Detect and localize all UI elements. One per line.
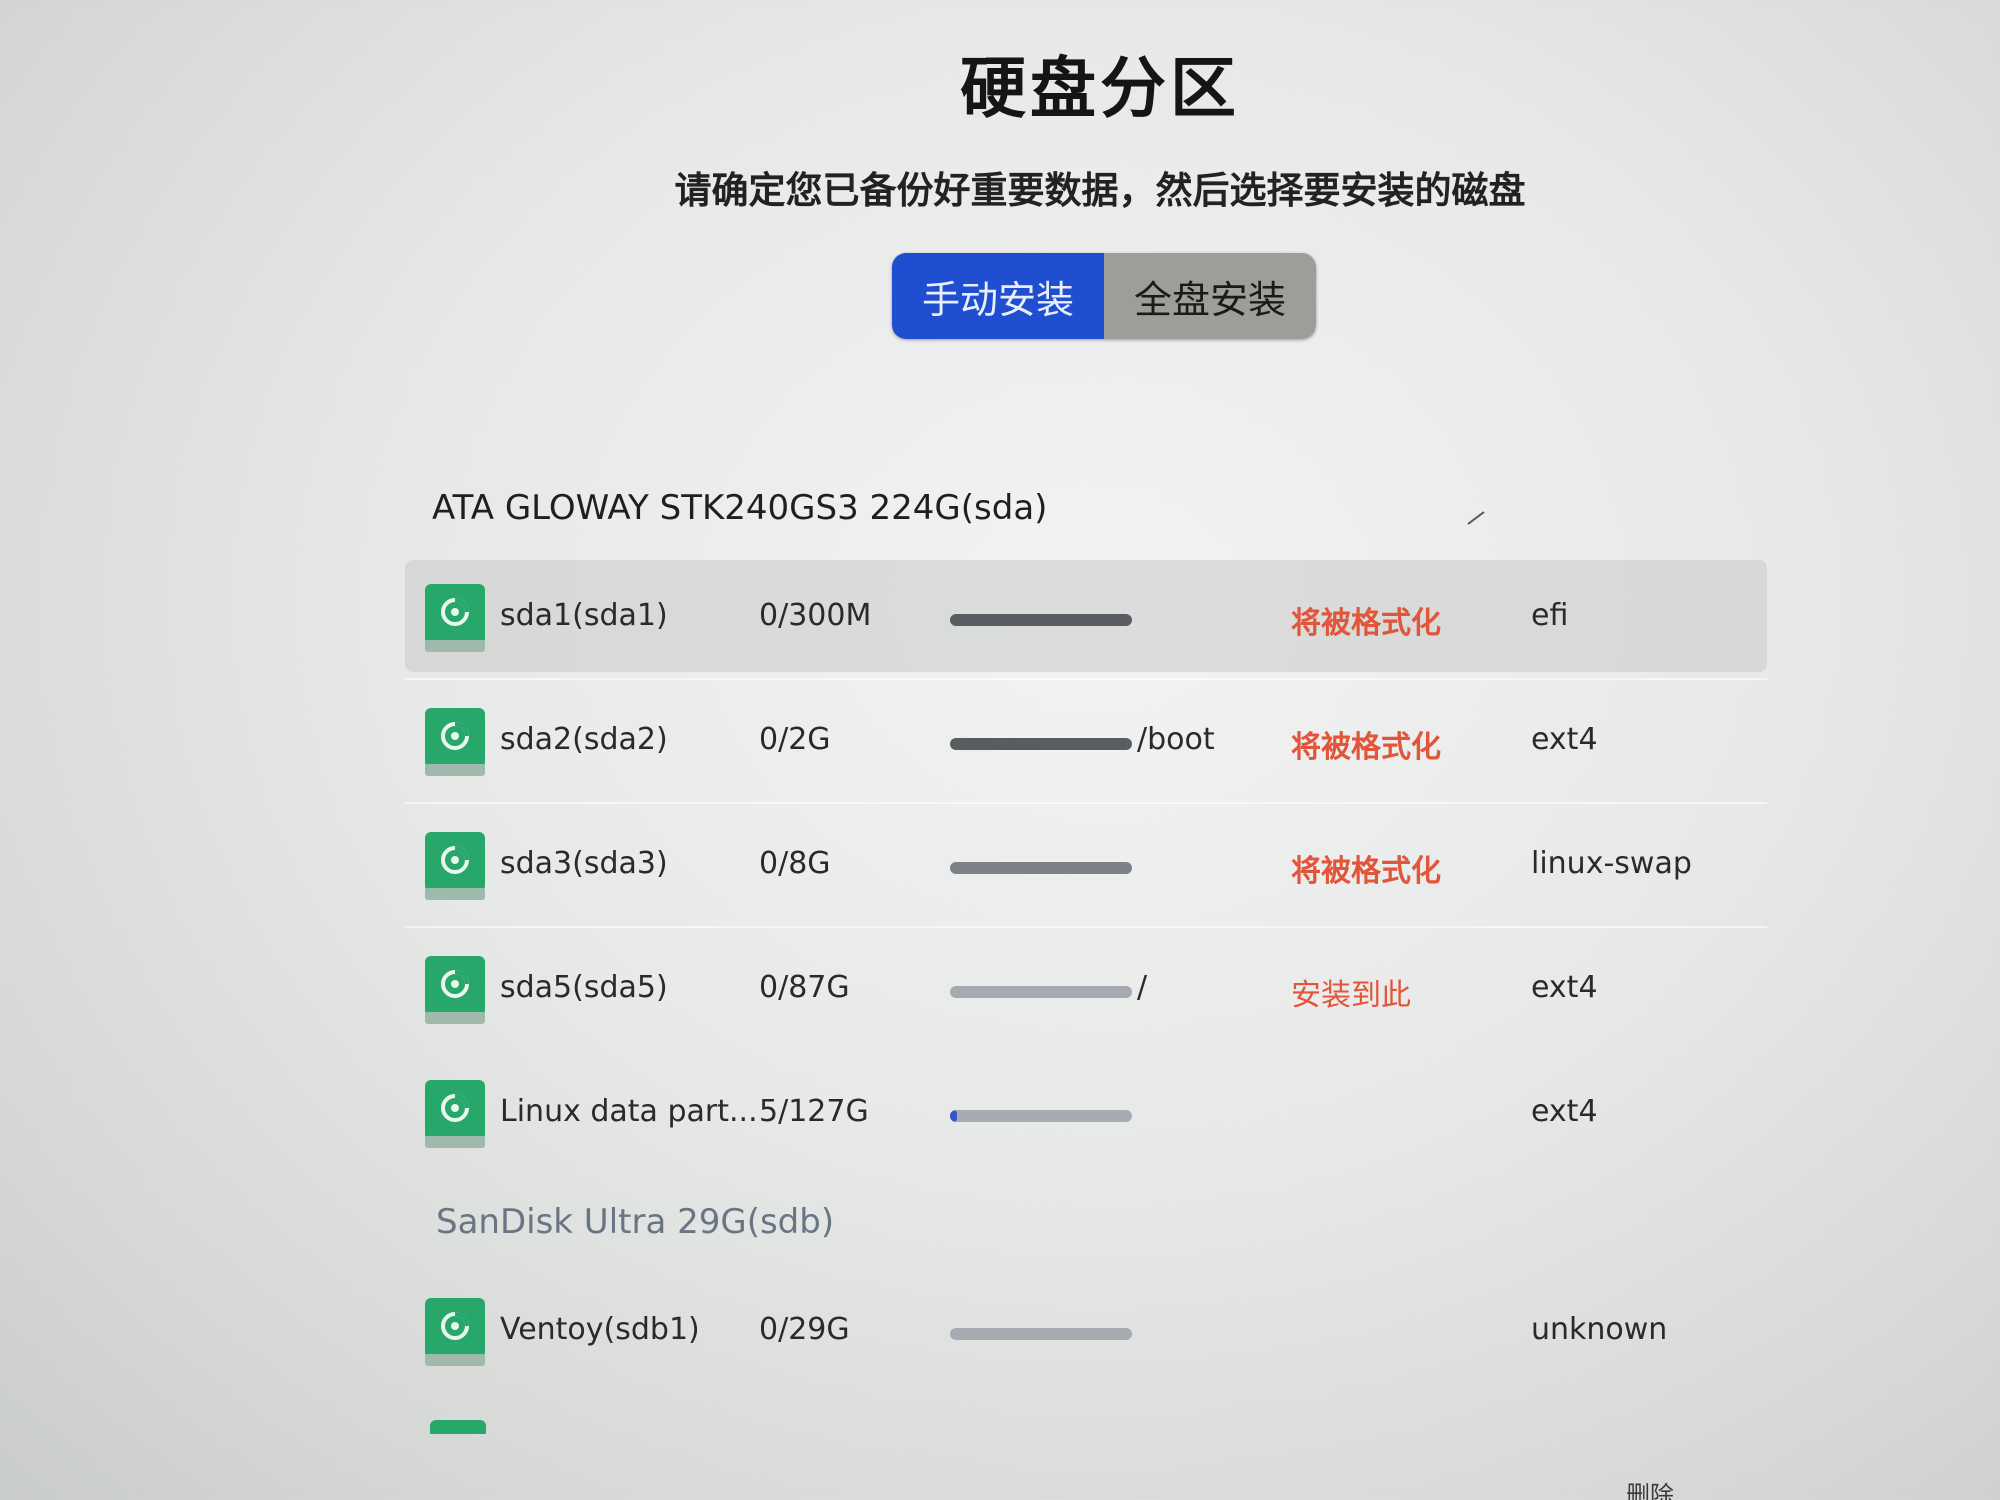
partition-icon [430,1420,486,1434]
partition-usage-bar [950,862,1132,874]
partition-icon [425,584,485,652]
partition-action: 将被格式化 [1291,730,1441,765]
full-disk-install-button[interactable]: 全盘安装 [1104,253,1316,339]
partition-row-sda2[interactable]: sda2(sda2) 0/2G /boot 将被格式化 ext4 [405,684,1767,796]
partition-mount-point: /boot [1137,722,1215,757]
partition-usage: 0/2G [759,722,831,757]
partition-mount-point: / [1137,970,1148,1005]
partition-name: Ventoy(sdb1) [500,1312,700,1347]
row-divider [405,802,1767,804]
partition-action: 将被格式化 [1291,854,1441,889]
partition-usage-bar [950,614,1132,626]
partition-action: 安装到此 [1291,978,1411,1013]
row-divider [405,678,1767,680]
partition-row-linux-data[interactable]: Linux data part... 5/127G ext4 [405,1056,1767,1168]
partition-icon [425,1298,485,1366]
partition-usage: 5/127G [759,1094,869,1129]
partition-row-sda1[interactable]: sda1(sda1) 0/300M 将被格式化 efi [405,560,1767,672]
edit-icon[interactable] [1466,506,1486,526]
disk-header-sdb: SanDisk Ultra 29G(sdb) [436,1202,835,1242]
partition-icon [425,708,485,776]
partition-usage: 0/29G [759,1312,850,1347]
partition-filesystem: ext4 [1531,722,1598,757]
partition-name: sda3(sda3) [500,846,668,881]
partition-filesystem: unknown [1531,1312,1668,1347]
partition-usage-bar [950,986,1132,998]
partition-usage: 0/8G [759,846,831,881]
partition-filesystem: ext4 [1531,970,1598,1005]
partition-icon [425,956,485,1024]
page-title: 硬盘分区 [960,50,1240,127]
partition-row-sdb1[interactable]: Ventoy(sdb1) 0/29G unknown [405,1274,1767,1386]
partition-row-sda5[interactable]: sda5(sda5) 0/87G / 安装到此 ext4 [405,932,1767,1044]
partition-icon [425,832,485,900]
partition-usage-bar [950,1328,1132,1340]
page-subtitle: 请确定您已备份好重要数据，然后选择要安装的磁盘 [674,169,1526,212]
partition-usage-bar [950,738,1132,750]
partition-row-sda3[interactable]: sda3(sda3) 0/8G 将被格式化 linux-swap [405,808,1767,920]
partition-filesystem: efi [1531,598,1569,633]
manual-install-button[interactable]: 手动安装 [892,253,1104,339]
partition-usage: 0/87G [759,970,850,1005]
partition-name: Linux data part... [500,1094,758,1129]
row-divider [405,926,1767,928]
partition-name: sda2(sda2) [500,722,668,757]
install-mode-switch: 手动安装 全盘安装 [892,253,1316,339]
partition-usage-bar [950,1110,1132,1122]
partition-name: sda5(sda5) [500,970,668,1005]
partition-action: 将被格式化 [1291,606,1441,641]
partition-usage: 0/300M [759,598,872,633]
disk-header-sda: ATA GLOWAY STK240GS3 224G(sda) [432,488,1048,528]
partition-filesystem: ext4 [1531,1094,1598,1129]
delete-button[interactable]: 删除 [1626,1475,1674,1500]
partition-filesystem: linux-swap [1531,846,1692,881]
partition-icon [425,1080,485,1148]
partition-name: sda1(sda1) [500,598,668,633]
